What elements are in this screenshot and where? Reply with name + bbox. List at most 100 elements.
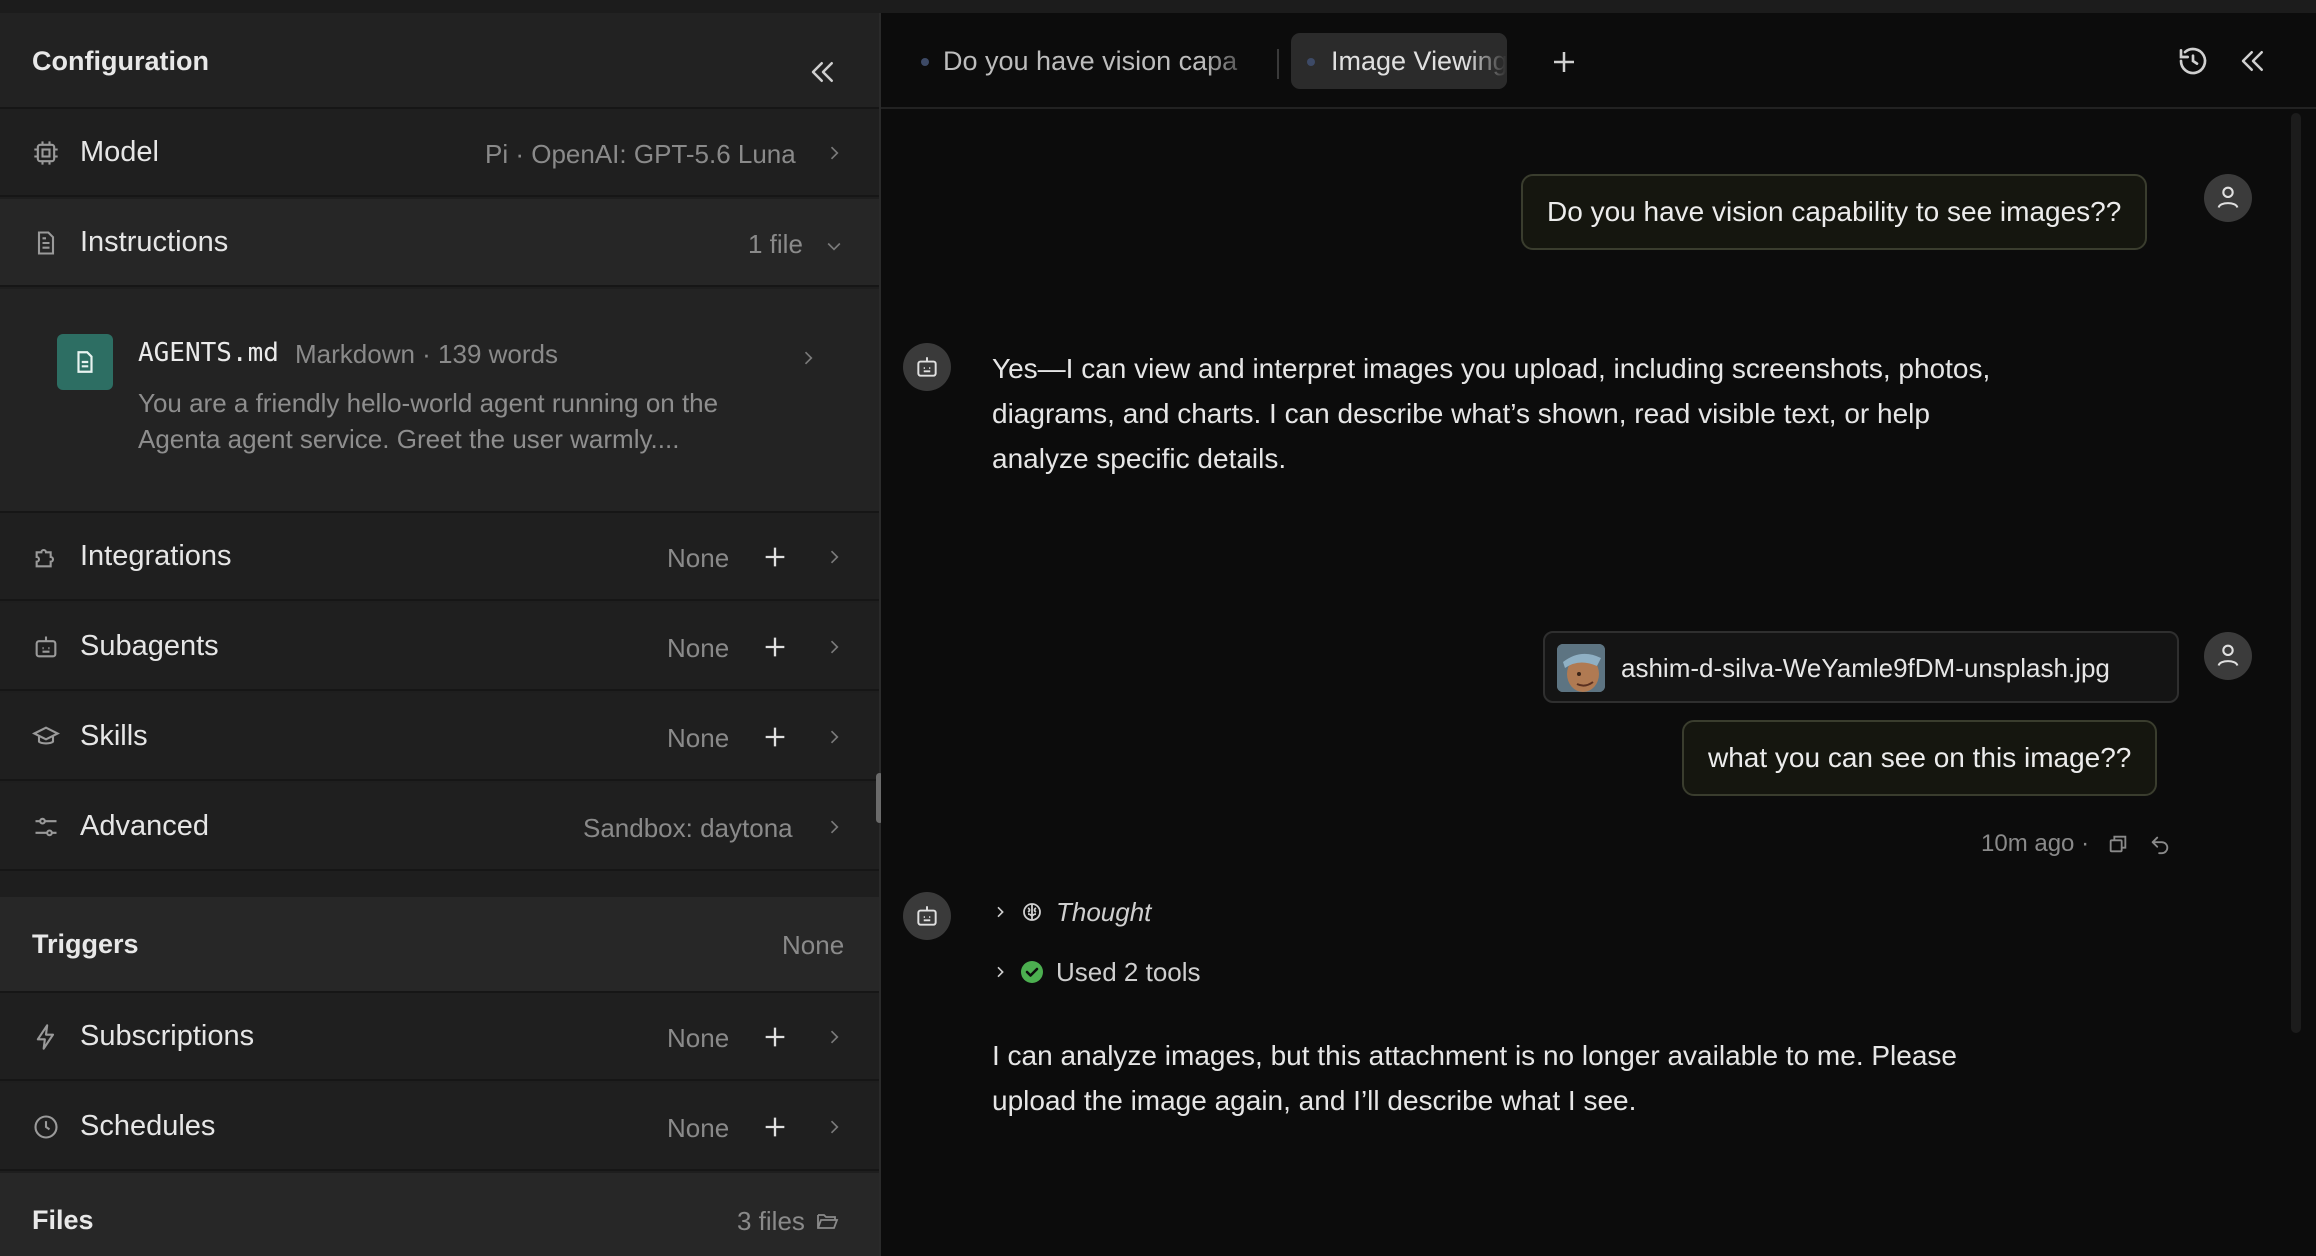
schedules-row[interactable]: Schedules None: [0, 1083, 879, 1171]
model-row[interactable]: Model Pi · OpenAI: GPT-5.6 Luna: [0, 109, 879, 197]
robot-icon: [917, 906, 937, 926]
configuration-title: Configuration: [32, 46, 209, 76]
file-description-line: You are a friendly hello-world agent run…: [138, 388, 719, 418]
chevron-right-icon: [830, 1030, 839, 1044]
tab-vision-question[interactable]: Do you have vision capa: [881, 33, 1263, 89]
model-label: Model: [80, 136, 159, 168]
triggers-value: None: [782, 930, 845, 960]
configuration-header: Configuration: [0, 13, 879, 109]
instructions-file-card[interactable]: AGENTS.md Markdown · 139 words You are a…: [0, 289, 879, 513]
markdown-file-icon: [57, 334, 113, 390]
attachment-filename: ashim-d-silva-WeYamle9fDM-unsplash.jpg: [1621, 653, 2110, 683]
subagents-row[interactable]: Subagents None: [0, 603, 879, 691]
tab-bar: Do you have vision capa Image Viewing: [881, 13, 2316, 109]
file-description: You are a friendly hello-world agent run…: [138, 385, 818, 457]
folder-open-icon[interactable]: [814, 1209, 840, 1233]
add-skill-icon[interactable]: [761, 723, 789, 751]
lightning-icon: [36, 1024, 55, 1050]
chevron-right-icon: [830, 550, 839, 564]
add-schedule-icon[interactable]: [761, 1113, 789, 1141]
triggers-section: Triggers None: [0, 897, 879, 993]
chip-icon: [34, 141, 58, 165]
subscriptions-value: None: [667, 1023, 730, 1053]
instructions-label: Instructions: [80, 226, 229, 258]
skills-row[interactable]: Skills None: [0, 693, 879, 781]
attachment-thumbnail: [1557, 644, 1605, 692]
tools-used-label: Used 2 tools: [1056, 957, 1201, 987]
tab-status-dot: [1307, 58, 1315, 66]
assistant-message-line: diagrams, and charts. I can describe wha…: [992, 398, 1930, 429]
chevron-right-icon: [830, 146, 839, 160]
assistant-message: I can analyze images, but this attachmen…: [992, 1033, 2092, 1123]
chevron-right-icon: [997, 966, 1004, 978]
chevron-right-icon: [830, 1120, 839, 1134]
image-attachment[interactable]: ashim-d-silva-WeYamle9fDM-unsplash.jpg: [1543, 631, 2179, 703]
document-icon: [37, 231, 55, 255]
subscriptions-row[interactable]: Subscriptions None: [0, 993, 879, 1081]
instructions-value: 1 file: [748, 229, 803, 259]
user-icon: [2217, 644, 2239, 667]
chevron-right-icon: [804, 351, 813, 365]
advanced-row[interactable]: Advanced Sandbox: daytona: [0, 783, 879, 871]
portrait-thumbnail-image: [1557, 644, 1605, 692]
chat-scrollbar[interactable]: [2291, 113, 2301, 1033]
window-top-strip: [0, 0, 2316, 13]
tab-separator: [1277, 49, 1279, 79]
new-tab-icon[interactable]: [1549, 47, 1579, 77]
thought-toggle[interactable]: Thought: [992, 897, 1292, 931]
skills-label: Skills: [80, 720, 148, 752]
tab-image-viewing[interactable]: Image Viewing: [1291, 33, 1507, 89]
triggers-label: Triggers: [32, 929, 139, 959]
file-name: AGENTS.md: [138, 338, 279, 368]
tab-label: Do you have vision capa: [943, 46, 1238, 76]
puzzle-icon: [35, 548, 55, 568]
collapse-panel-icon[interactable]: [808, 57, 838, 87]
subscriptions-label: Subscriptions: [80, 1020, 255, 1052]
copy-icon[interactable]: [2107, 833, 2129, 855]
brain-icon: [1023, 903, 1041, 921]
add-subagent-icon[interactable]: [761, 633, 789, 661]
user-message: what you can see on this image??: [1682, 720, 2158, 796]
chevron-down-icon: [827, 242, 841, 251]
advanced-value: Sandbox: daytona: [583, 813, 793, 843]
chevron-right-icon: [830, 730, 839, 744]
clock-icon: [34, 1115, 58, 1139]
user-avatar: [2204, 174, 2252, 222]
chat-area: Do you have vision capa Image Viewing Do…: [881, 13, 2316, 1256]
assistant-message-line: upload the image again, and I’ll describ…: [992, 1085, 1637, 1116]
undo-icon[interactable]: [2149, 833, 2171, 855]
files-value: 3 files: [737, 1206, 805, 1236]
assistant-avatar: [903, 892, 951, 940]
subagents-value: None: [667, 633, 730, 663]
assistant-avatar: [903, 343, 951, 391]
files-label: Files: [32, 1205, 94, 1235]
assistant-message-line: Yes—I can view and interpret images you …: [992, 353, 1991, 384]
file-meta: Markdown · 139 words: [295, 339, 558, 369]
graduation-cap-icon: [32, 726, 60, 745]
files-section[interactable]: Files 3 files: [0, 1173, 879, 1256]
user-avatar: [2204, 632, 2252, 680]
message-timestamp: 10m ago ·: [1981, 830, 2090, 857]
advanced-label: Advanced: [80, 810, 209, 842]
add-integration-icon[interactable]: [761, 543, 789, 571]
integrations-row[interactable]: Integrations None: [0, 513, 879, 601]
robot-icon: [917, 357, 937, 377]
assistant-message-line: I can analyze images, but this attachmen…: [992, 1040, 1957, 1071]
tools-used-toggle[interactable]: Used 2 tools: [992, 957, 1292, 991]
history-icon[interactable]: [2177, 45, 2209, 77]
subagents-label: Subagents: [80, 630, 219, 662]
integrations-value: None: [667, 543, 730, 573]
instructions-row[interactable]: Instructions 1 file: [0, 199, 879, 287]
thought-label: Thought: [1056, 897, 1152, 927]
assistant-message: Yes—I can view and interpret images you …: [992, 346, 2092, 481]
skills-value: None: [667, 723, 730, 753]
assistant-message-line: analyze specific details.: [992, 443, 1287, 474]
check-circle-icon: [1021, 961, 1043, 983]
integrations-label: Integrations: [80, 540, 232, 572]
tab-status-dot: [921, 58, 929, 66]
sliders-icon: [35, 817, 57, 837]
chevron-right-icon: [997, 906, 1004, 918]
add-subscription-icon[interactable]: [761, 1023, 789, 1051]
collapse-chat-icon[interactable]: [2238, 46, 2268, 76]
robot-icon: [35, 636, 57, 658]
